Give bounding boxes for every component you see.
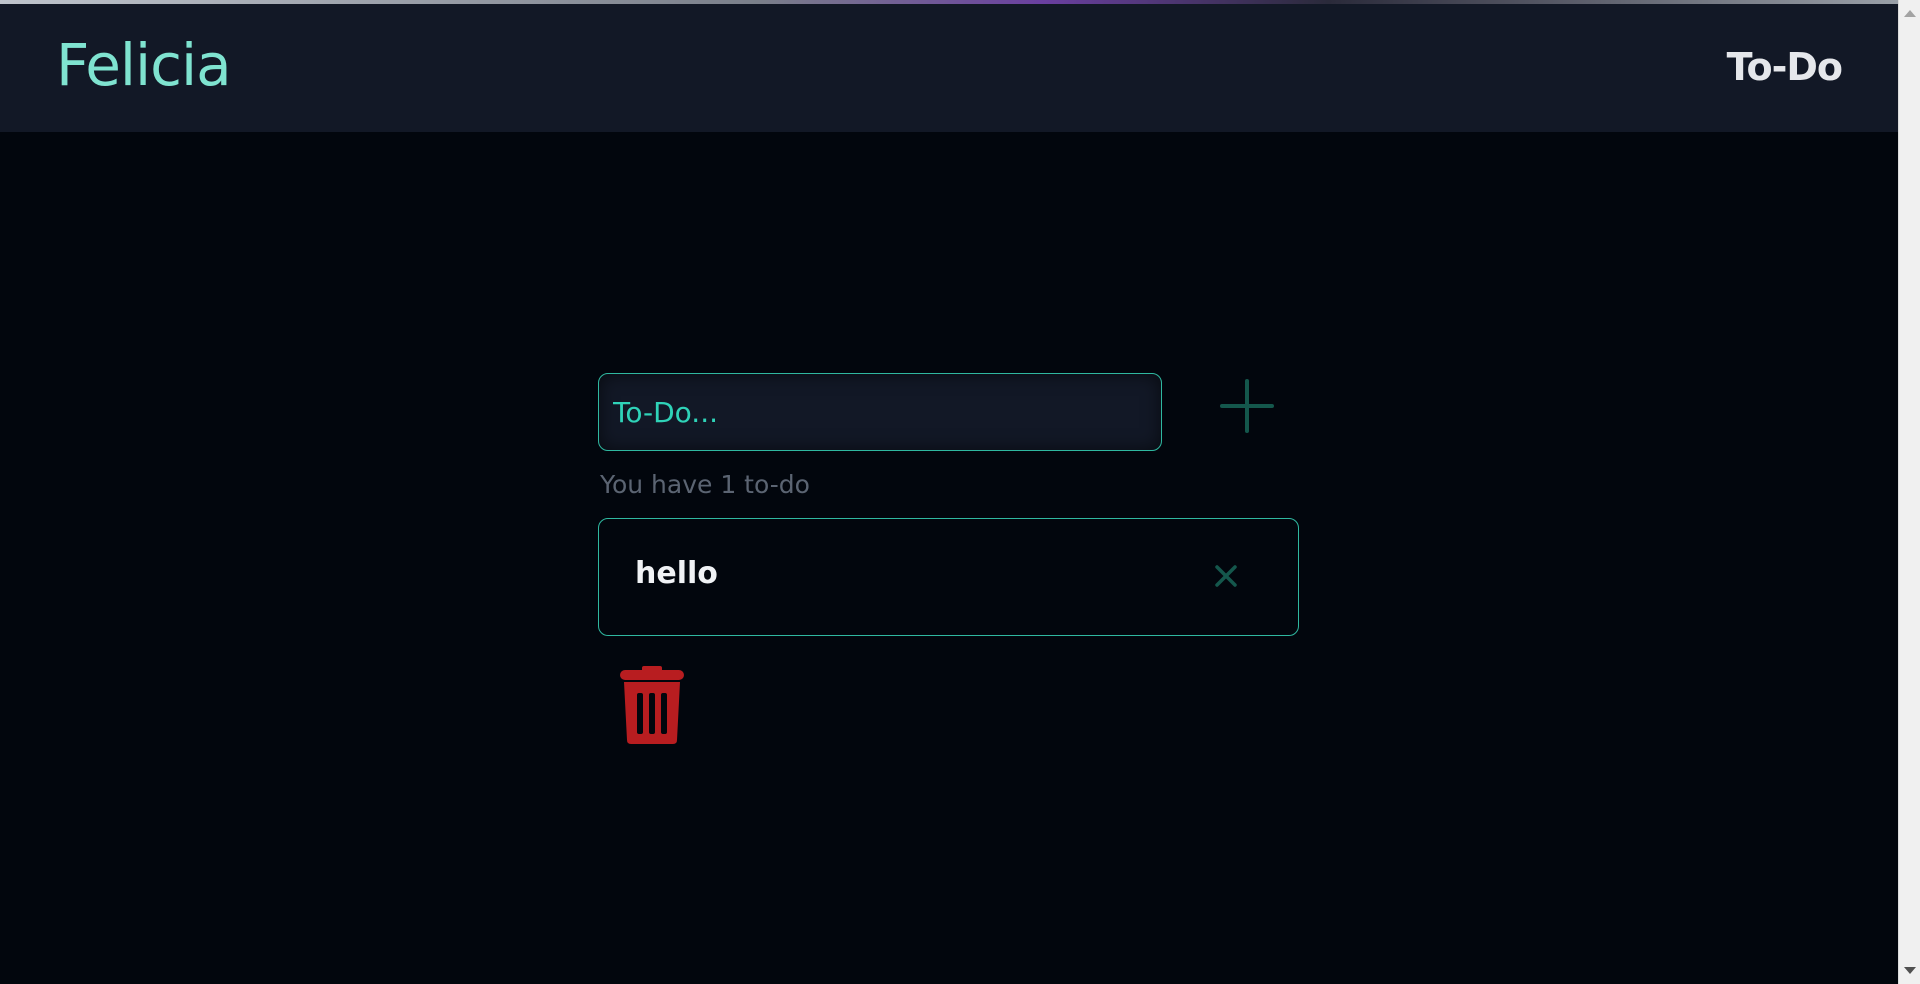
navbar: Felicia To-Do bbox=[0, 4, 1898, 132]
plus-icon bbox=[1220, 379, 1274, 433]
vertical-scrollbar[interactable] bbox=[1898, 0, 1920, 984]
brand-logo[interactable]: Felicia bbox=[56, 36, 232, 94]
remove-todo-button[interactable] bbox=[1211, 561, 1241, 591]
todo-input[interactable] bbox=[598, 373, 1162, 451]
todo-item: hello bbox=[598, 518, 1299, 636]
scroll-down-arrow-icon[interactable] bbox=[1904, 967, 1916, 974]
scroll-up-arrow-icon[interactable] bbox=[1904, 10, 1916, 17]
close-icon bbox=[1215, 565, 1237, 587]
clear-all-button[interactable] bbox=[616, 664, 688, 746]
todo-count: You have 1 to-do bbox=[600, 470, 810, 499]
trash-icon bbox=[620, 666, 684, 744]
add-todo-button[interactable] bbox=[1216, 375, 1278, 437]
nav-link-todo[interactable]: To-Do bbox=[1727, 48, 1843, 86]
todo-item-text: hello bbox=[635, 556, 718, 591]
